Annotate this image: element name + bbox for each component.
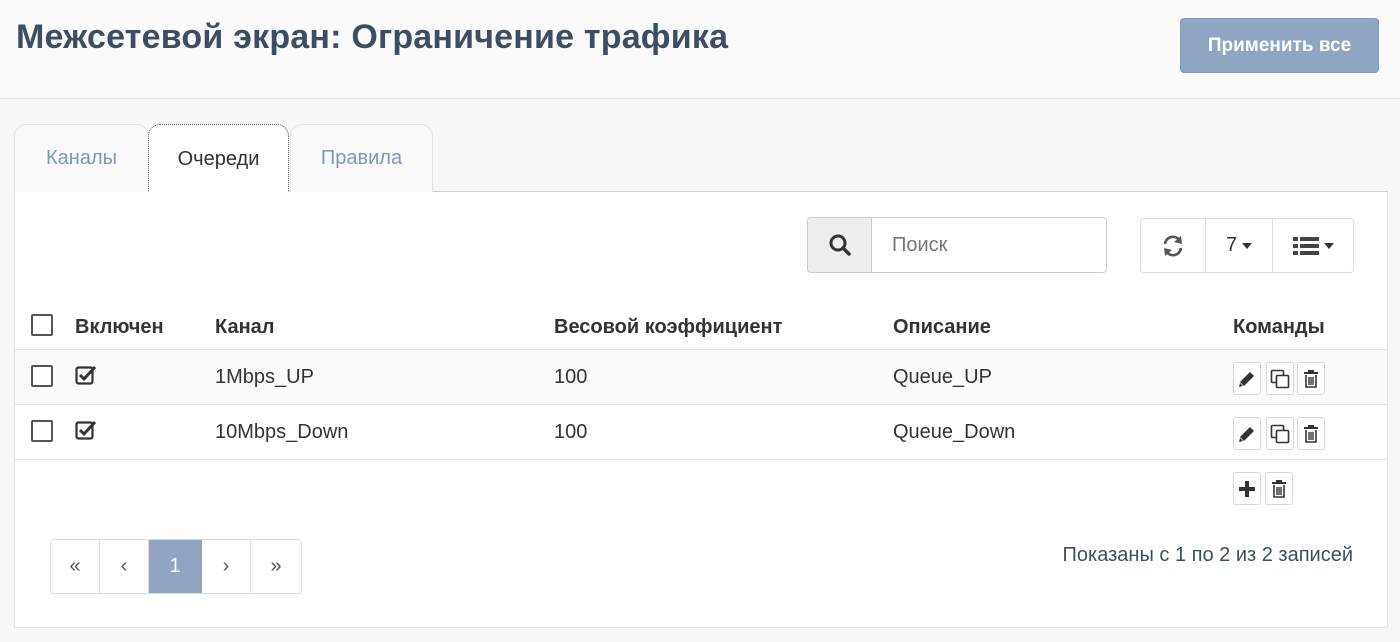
apply-all-button[interactable]: Применить все xyxy=(1180,18,1379,73)
first-page-button[interactable]: « xyxy=(51,540,100,593)
plus-icon xyxy=(1239,480,1255,497)
weight-cell: 100 xyxy=(554,421,588,443)
copy-icon xyxy=(1270,369,1290,388)
page-header: Межсетевой экран: Ограничение трафика Пр… xyxy=(0,0,1400,99)
edit-button[interactable] xyxy=(1233,417,1261,450)
enabled-check-icon xyxy=(75,365,97,385)
tab-label: Очереди xyxy=(177,147,260,170)
edit-button[interactable] xyxy=(1233,362,1261,395)
tab-channels[interactable]: Каналы xyxy=(14,124,149,192)
trash-icon xyxy=(1272,479,1286,498)
columns-dropdown[interactable] xyxy=(1273,219,1353,272)
add-button[interactable] xyxy=(1233,472,1261,505)
table-tools: 7 xyxy=(1140,218,1354,273)
last-page-button[interactable]: » xyxy=(251,540,301,593)
column-header-weight[interactable]: Весовой коэффициент xyxy=(554,316,782,339)
table-header: Включен Канал Весовой коэффициент Описан… xyxy=(15,296,1387,350)
search-input[interactable] xyxy=(872,218,1106,272)
row-select-checkbox[interactable] xyxy=(31,365,53,387)
channel-cell: 10Mbps_Down xyxy=(215,421,349,443)
page-size-value: 7 xyxy=(1225,234,1238,256)
column-header-enabled[interactable]: Включен xyxy=(75,316,164,339)
row-select-checkbox[interactable] xyxy=(31,420,53,442)
column-header-commands: Команды xyxy=(1233,316,1325,338)
search-icon[interactable] xyxy=(808,218,872,272)
page-1-button[interactable]: 1 xyxy=(149,540,202,593)
delete-button[interactable] xyxy=(1297,362,1325,395)
tab-rules[interactable]: Правила xyxy=(290,124,433,192)
channel-cell: 1Mbps_UP xyxy=(215,366,314,388)
columns-list-icon xyxy=(1292,236,1319,255)
clone-button[interactable] xyxy=(1266,362,1294,395)
trash-icon xyxy=(1304,424,1318,443)
description-cell: Queue_Down xyxy=(893,421,1016,443)
chevron-down-icon xyxy=(1323,242,1334,249)
trash-icon xyxy=(1304,369,1318,388)
column-header-description[interactable]: Описание xyxy=(893,316,991,339)
records-info: Показаны с 1 по 2 из 2 записей xyxy=(1062,544,1353,566)
tab-label: Правила xyxy=(320,147,403,169)
pagination: « ‹ 1 › » xyxy=(50,539,302,594)
refresh-icon xyxy=(1163,235,1183,256)
delete-selected-button[interactable] xyxy=(1265,472,1293,505)
chevron-down-icon xyxy=(1242,242,1253,249)
table-row: 1Mbps_UP 100 Queue_UP xyxy=(15,350,1387,405)
prev-page-button[interactable]: ‹ xyxy=(100,540,149,593)
clone-button[interactable] xyxy=(1266,417,1294,450)
next-page-button[interactable]: › xyxy=(202,540,251,593)
tab-queues[interactable]: Очереди xyxy=(148,124,289,193)
description-cell: Queue_UP xyxy=(893,366,992,388)
tab-label: Каналы xyxy=(46,147,117,169)
weight-cell: 100 xyxy=(554,366,588,388)
queues-panel: 7 Включен Канал Весовой коэффициент Опис… xyxy=(14,192,1388,628)
refresh-button[interactable] xyxy=(1141,219,1206,272)
search-box xyxy=(807,217,1107,273)
pencil-icon xyxy=(1239,371,1254,387)
page-title: Межсетевой экран: Ограничение трафика xyxy=(16,18,729,56)
column-header-channel[interactable]: Канал xyxy=(215,316,274,339)
page-size-dropdown[interactable]: 7 xyxy=(1206,219,1273,272)
enabled-check-icon xyxy=(75,420,97,440)
copy-icon xyxy=(1270,424,1290,443)
pencil-icon xyxy=(1239,426,1254,442)
table-row: 10Mbps_Down 100 Queue_Down xyxy=(15,405,1387,460)
delete-button[interactable] xyxy=(1297,417,1325,450)
select-all-checkbox[interactable] xyxy=(31,314,53,336)
tab-bar: Каналы Очереди Правила xyxy=(14,124,1388,193)
